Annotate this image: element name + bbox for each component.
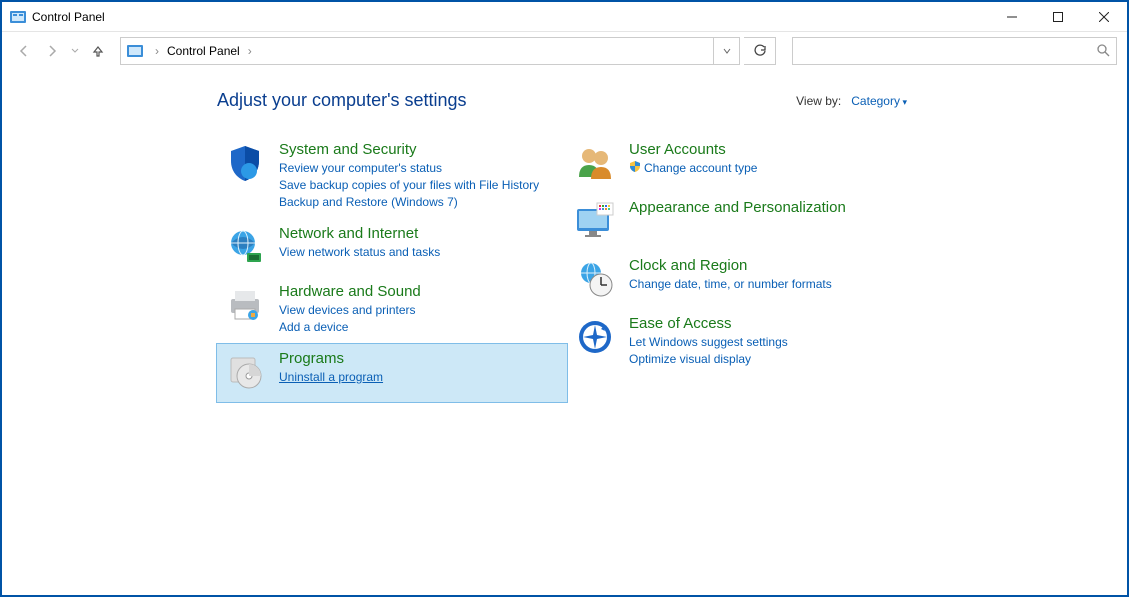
category-grid: System and Security Review your computer… — [2, 135, 1127, 402]
category-link[interactable]: Change date, time, or number formats — [629, 276, 832, 293]
search-input[interactable] — [792, 37, 1117, 65]
search-icon — [1096, 43, 1110, 60]
programs-disc-icon — [223, 350, 267, 394]
control-panel-appicon — [10, 9, 26, 25]
category-system-security[interactable]: System and Security Review your computer… — [217, 135, 567, 219]
printer-icon — [223, 283, 267, 327]
crumb-sep-icon[interactable]: › — [149, 44, 165, 58]
category-title[interactable]: System and Security — [279, 141, 539, 158]
window-title: Control Panel — [32, 10, 989, 24]
right-column: User Accounts Change account type — [567, 135, 917, 402]
category-title[interactable]: Clock and Region — [629, 257, 832, 274]
control-panel-window: Control Panel — [2, 2, 1127, 595]
category-title[interactable]: User Accounts — [629, 141, 757, 158]
category-link-uninstall[interactable]: Uninstall a program — [279, 369, 383, 386]
address-bar[interactable]: › Control Panel › — [120, 37, 740, 65]
close-button[interactable] — [1081, 2, 1127, 31]
up-button[interactable] — [86, 39, 110, 63]
category-link[interactable]: Add a device — [279, 319, 421, 336]
ease-of-access-icon — [573, 315, 617, 359]
breadcrumb-control-panel[interactable]: Control Panel — [165, 44, 242, 58]
window-buttons — [989, 2, 1127, 31]
globe-network-icon — [223, 225, 267, 269]
category-title[interactable]: Hardware and Sound — [279, 283, 421, 300]
recent-dropdown-icon[interactable] — [68, 39, 82, 63]
category-title[interactable]: Programs — [279, 350, 383, 367]
titlebar: Control Panel — [2, 2, 1127, 32]
crumb-sep-icon[interactable]: › — [242, 44, 258, 58]
user-accounts-icon — [573, 141, 617, 185]
category-user-accounts[interactable]: User Accounts Change account type — [567, 135, 917, 193]
monitor-personalization-icon — [573, 199, 617, 243]
forward-button[interactable] — [40, 39, 64, 63]
back-button[interactable] — [12, 39, 36, 63]
category-title[interactable]: Network and Internet — [279, 225, 440, 242]
view-by: View by: Category — [796, 94, 907, 108]
shield-icon — [223, 141, 267, 185]
category-link[interactable]: Save backup copies of your files with Fi… — [279, 177, 539, 194]
category-appearance-personalization[interactable]: Appearance and Personalization — [567, 193, 917, 251]
clock-globe-icon — [573, 257, 617, 301]
category-link[interactable]: Let Windows suggest settings — [629, 334, 788, 351]
content-header: Adjust your computer's settings View by:… — [2, 90, 1127, 111]
category-programs[interactable]: Programs Uninstall a program — [216, 343, 568, 403]
category-link[interactable]: Backup and Restore (Windows 7) — [279, 194, 539, 211]
uac-shield-icon — [629, 160, 641, 177]
page-title: Adjust your computer's settings — [217, 90, 796, 111]
control-panel-crumb-icon — [125, 41, 145, 61]
category-title[interactable]: Appearance and Personalization — [629, 199, 846, 216]
category-link[interactable]: Optimize visual display — [629, 351, 788, 368]
category-link[interactable]: View network status and tasks — [279, 244, 440, 261]
category-network-internet[interactable]: Network and Internet View network status… — [217, 219, 567, 277]
view-by-label: View by: — [796, 94, 841, 108]
category-link[interactable]: Change account type — [629, 160, 757, 177]
category-ease-of-access[interactable]: Ease of Access Let Windows suggest setti… — [567, 309, 917, 376]
category-hardware-sound[interactable]: Hardware and Sound View devices and prin… — [217, 277, 567, 344]
navbar: › Control Panel › — [2, 32, 1127, 70]
category-title[interactable]: Ease of Access — [629, 315, 788, 332]
category-link[interactable]: Review your computer's status — [279, 160, 539, 177]
category-clock-region[interactable]: Clock and Region Change date, time, or n… — [567, 251, 917, 309]
maximize-button[interactable] — [1035, 2, 1081, 31]
left-column: System and Security Review your computer… — [217, 135, 567, 402]
address-history-dropdown[interactable] — [713, 38, 739, 64]
category-link[interactable]: View devices and printers — [279, 302, 421, 319]
content-area: Adjust your computer's settings View by:… — [2, 70, 1127, 595]
view-by-dropdown[interactable]: Category — [851, 94, 907, 108]
refresh-button[interactable] — [744, 37, 776, 65]
minimize-button[interactable] — [989, 2, 1035, 31]
